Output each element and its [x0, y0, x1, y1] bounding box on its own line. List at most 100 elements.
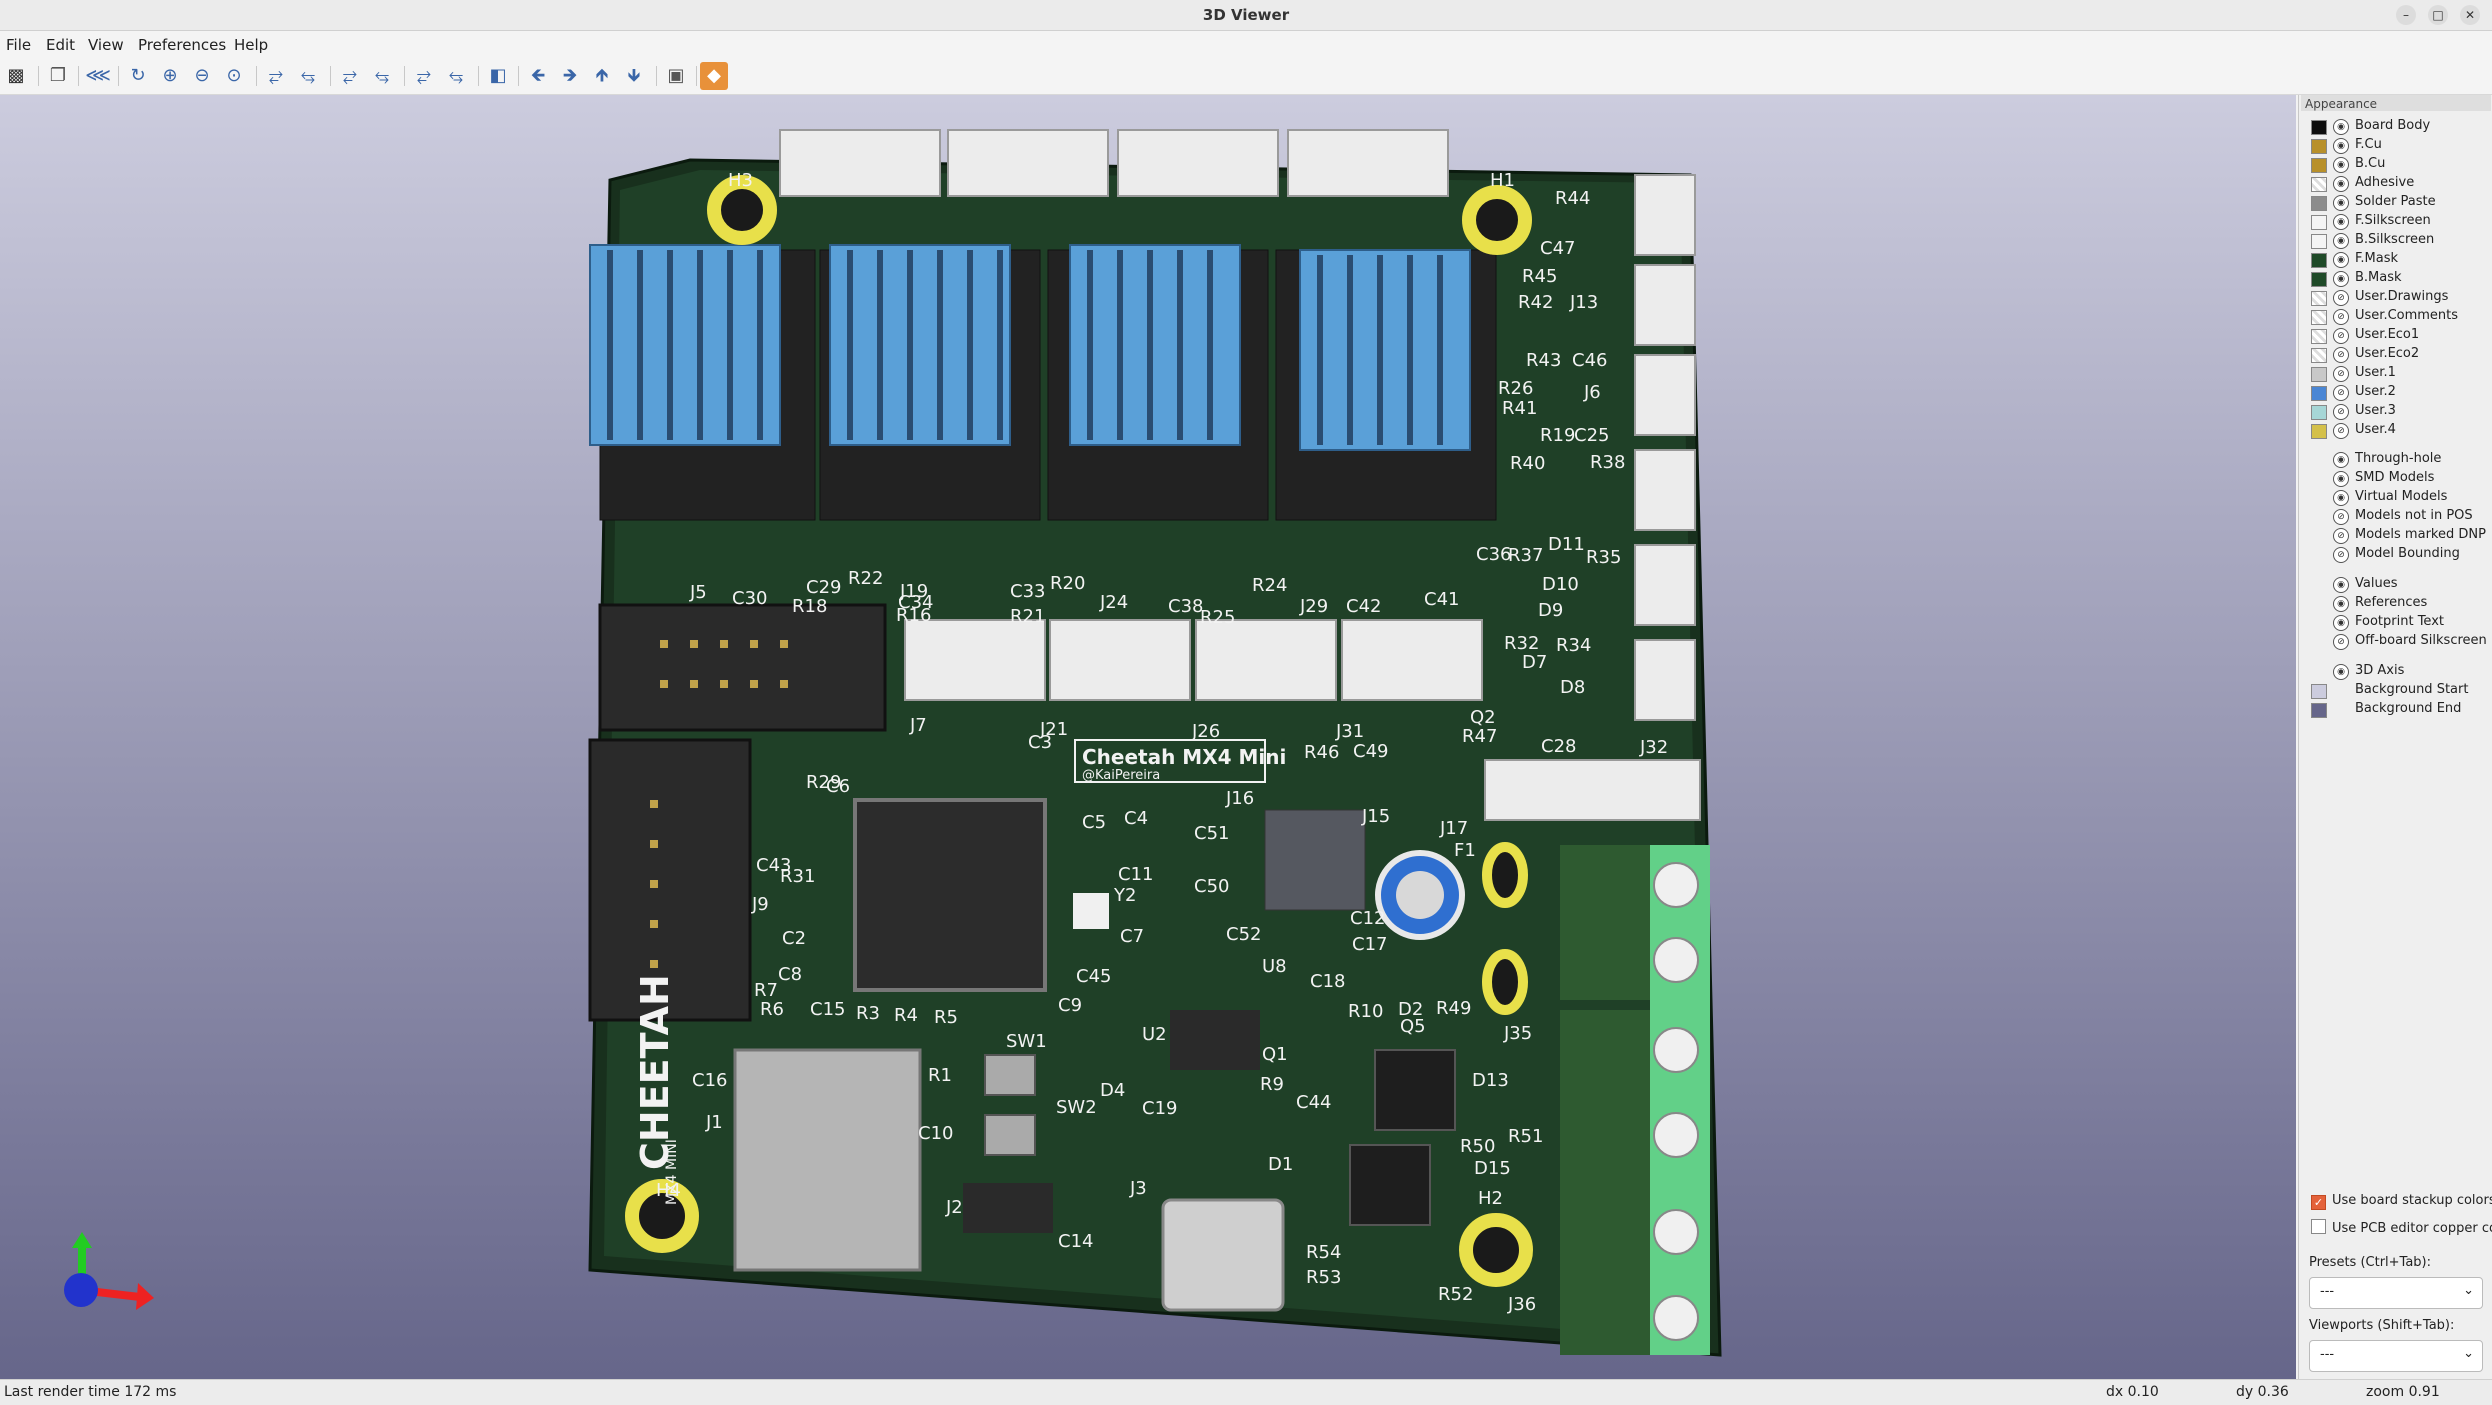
minimize-icon[interactable]: –: [2396, 5, 2416, 25]
eye-icon[interactable]: ◉: [2333, 490, 2349, 506]
zoom-in-icon[interactable]: ⊕: [156, 62, 184, 90]
eye-icon[interactable]: ◉: [2333, 452, 2349, 468]
color-swatch[interactable]: [2311, 405, 2327, 420]
axis-row-3d-axis[interactable]: ◉ 3D Axis: [2299, 662, 2492, 681]
layer-row-b-silkscreen[interactable]: ◉ B.Silkscreen: [2299, 231, 2492, 250]
layer-row-board-body[interactable]: ◉ Board Body: [2299, 117, 2492, 136]
rotate-x-cw-icon[interactable]: ⥂: [262, 62, 290, 90]
eye-icon[interactable]: ◉: [2333, 596, 2349, 612]
presets-dropdown[interactable]: --- ⌄: [2309, 1277, 2483, 1309]
layer-row-user-2[interactable]: ⊘ User.2: [2299, 383, 2492, 402]
layer-row-solder-paste[interactable]: ◉ Solder Paste: [2299, 193, 2492, 212]
copy-icon[interactable]: ❐: [44, 62, 72, 90]
eye-icon[interactable]: ◉: [2333, 471, 2349, 487]
layer-row-f-silkscreen[interactable]: ◉ F.Silkscreen: [2299, 212, 2492, 231]
text-row-off-board-silk[interactable]: ⊘ Off-board Silkscreen: [2299, 632, 2492, 651]
model-row-not-in-pos[interactable]: ⊘ Models not in POS: [2299, 507, 2492, 526]
menu-preferences[interactable]: Preferences: [138, 36, 226, 54]
color-swatch[interactable]: [2311, 424, 2327, 439]
model-row-dnp[interactable]: ⊘ Models marked DNP: [2299, 526, 2492, 545]
eye-icon[interactable]: ◉: [2333, 664, 2349, 680]
eye-icon[interactable]: ◉: [2333, 233, 2349, 249]
layer-row-user-3[interactable]: ⊘ User.3: [2299, 402, 2492, 421]
3d-viewport[interactable]: Cheetah MX4 Mini @KaiPereira CHEETAH MX4…: [0, 95, 2296, 1379]
rotate-x-ccw-icon[interactable]: ⥃: [294, 62, 322, 90]
layer-row-user-4[interactable]: ⊘ User.4: [2299, 421, 2492, 440]
eye-icon[interactable]: ◉: [2333, 119, 2349, 135]
move-left-icon[interactable]: 🡸: [524, 62, 552, 90]
eye-icon[interactable]: ◉: [2333, 577, 2349, 593]
color-swatch[interactable]: [2311, 253, 2327, 268]
rotate-y-ccw-icon[interactable]: ⥃: [368, 62, 396, 90]
layer-row-user-eco1[interactable]: ⊘ User.Eco1: [2299, 326, 2492, 345]
color-swatch[interactable]: [2311, 196, 2327, 211]
use-stackup-colors-checkbox[interactable]: ✓ Use board stackup colors: [2311, 1193, 2492, 1210]
flip-board-icon[interactable]: ◧: [484, 62, 512, 90]
menu-view[interactable]: View: [88, 36, 124, 54]
color-swatch[interactable]: [2311, 177, 2327, 192]
orthographic-icon[interactable]: ▣: [662, 62, 690, 90]
layer-row-user-eco2[interactable]: ⊘ User.Eco2: [2299, 345, 2492, 364]
rotate-z-cw-icon[interactable]: ⥂: [410, 62, 438, 90]
color-swatch[interactable]: [2311, 139, 2327, 154]
layer-row-b-cu[interactable]: ◉ B.Cu: [2299, 155, 2492, 174]
rotate-z-ccw-icon[interactable]: ⥃: [442, 62, 470, 90]
layer-row-user-comments[interactable]: ⊘ User.Comments: [2299, 307, 2492, 326]
eye-off-icon[interactable]: ⊘: [2333, 290, 2349, 306]
export-icon[interactable]: ▩: [2, 62, 30, 90]
eye-off-icon[interactable]: ⊘: [2333, 328, 2349, 344]
eye-off-icon[interactable]: ⊘: [2333, 347, 2349, 363]
eye-off-icon[interactable]: ⊘: [2333, 547, 2349, 563]
zoom-fit-icon[interactable]: ⊙: [220, 62, 248, 90]
viewports-dropdown[interactable]: --- ⌄: [2309, 1340, 2483, 1372]
eye-off-icon[interactable]: ⊘: [2333, 385, 2349, 401]
color-swatch[interactable]: [2311, 703, 2327, 718]
eye-off-icon[interactable]: ⊘: [2333, 366, 2349, 382]
menu-file[interactable]: File: [6, 36, 31, 54]
color-swatch[interactable]: [2311, 272, 2327, 287]
eye-icon[interactable]: ◉: [2333, 138, 2349, 154]
layer-row-f-cu[interactable]: ◉ F.Cu: [2299, 136, 2492, 155]
eye-icon[interactable]: ◉: [2333, 615, 2349, 631]
close-icon[interactable]: ✕: [2460, 5, 2480, 25]
move-up-icon[interactable]: 🡹: [588, 62, 616, 90]
layer-row-f-mask[interactable]: ◉ F.Mask: [2299, 250, 2492, 269]
checkbox-checked-icon[interactable]: ✓: [2311, 1195, 2326, 1210]
layer-row-adhesive[interactable]: ◉ Adhesive: [2299, 174, 2492, 193]
eye-icon[interactable]: ◉: [2333, 195, 2349, 211]
layer-row-b-mask[interactable]: ◉ B.Mask: [2299, 269, 2492, 288]
axis-row-bg-end[interactable]: Background End: [2299, 700, 2492, 719]
eye-icon[interactable]: ◉: [2333, 176, 2349, 192]
color-swatch[interactable]: [2311, 234, 2327, 249]
raytrace-icon[interactable]: ⋘: [84, 62, 112, 90]
model-row-through-hole[interactable]: ◉ Through-hole: [2299, 450, 2492, 469]
text-row-values[interactable]: ◉ Values: [2299, 575, 2492, 594]
model-row-smd[interactable]: ◉ SMD Models: [2299, 469, 2492, 488]
text-row-footprint-text[interactable]: ◉ Footprint Text: [2299, 613, 2492, 632]
model-row-virtual[interactable]: ◉ Virtual Models: [2299, 488, 2492, 507]
color-swatch[interactable]: [2311, 684, 2327, 699]
eye-off-icon[interactable]: ⊘: [2333, 528, 2349, 544]
text-row-references[interactable]: ◉ References: [2299, 594, 2492, 613]
move-right-icon[interactable]: 🡺: [556, 62, 584, 90]
menu-edit[interactable]: Edit: [46, 36, 75, 54]
color-swatch[interactable]: [2311, 158, 2327, 173]
eye-off-icon[interactable]: ⊘: [2333, 309, 2349, 325]
color-swatch[interactable]: [2311, 215, 2327, 230]
eye-off-icon[interactable]: ⊘: [2333, 509, 2349, 525]
color-swatch[interactable]: [2311, 329, 2327, 344]
layer-row-user-1[interactable]: ⊘ User.1: [2299, 364, 2492, 383]
layer-row-user-drawings[interactable]: ⊘ User.Drawings: [2299, 288, 2492, 307]
color-swatch[interactable]: [2311, 291, 2327, 306]
color-swatch[interactable]: [2311, 120, 2327, 135]
eye-off-icon[interactable]: ⊘: [2333, 423, 2349, 439]
render-mode-icon[interactable]: ◆: [700, 62, 728, 90]
model-row-bounding[interactable]: ⊘ Model Bounding: [2299, 545, 2492, 564]
eye-icon[interactable]: ◉: [2333, 252, 2349, 268]
eye-icon[interactable]: ◉: [2333, 214, 2349, 230]
color-swatch[interactable]: [2311, 348, 2327, 363]
axis-row-bg-start[interactable]: Background Start: [2299, 681, 2492, 700]
menu-help[interactable]: Help: [234, 36, 268, 54]
color-swatch[interactable]: [2311, 310, 2327, 325]
use-pcb-colors-checkbox[interactable]: Use PCB editor copper colc: [2311, 1219, 2492, 1236]
